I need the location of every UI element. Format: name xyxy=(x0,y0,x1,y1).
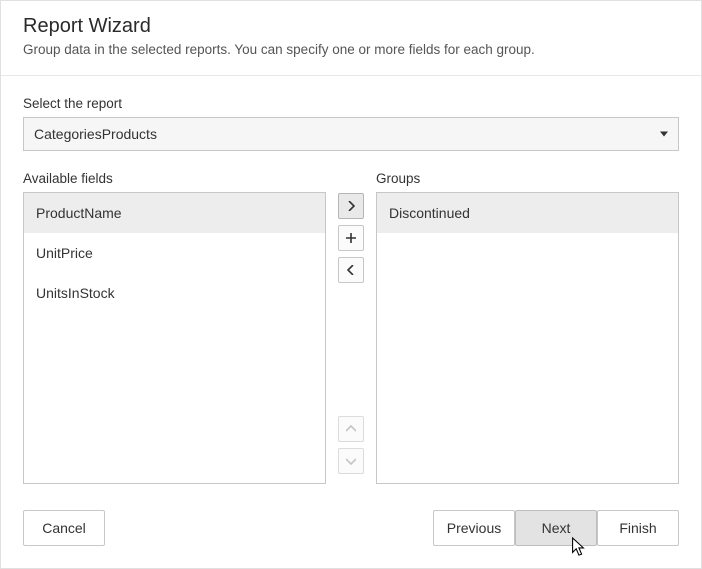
available-fields-label: Available fields xyxy=(23,171,326,186)
next-button[interactable]: Next xyxy=(515,510,597,546)
list-item[interactable]: Discontinued xyxy=(377,193,678,233)
select-report-dropdown[interactable]: CategoriesProducts xyxy=(23,117,679,151)
wizard-footer: Cancel Previous Next Finish xyxy=(1,494,701,568)
add-to-group-button[interactable] xyxy=(338,193,364,219)
groups-label: Groups xyxy=(376,171,679,186)
report-wizard-dialog: Report Wizard Group data in the selected… xyxy=(0,0,702,569)
groups-listbox[interactable]: Discontinued xyxy=(376,192,679,484)
previous-button[interactable]: Previous xyxy=(433,510,515,546)
available-fields-column: Available fields ProductName UnitPrice U… xyxy=(23,171,326,484)
wizard-subtitle: Group data in the selected reports. You … xyxy=(23,42,679,57)
chevron-left-icon xyxy=(347,265,355,275)
chevron-right-icon xyxy=(347,201,355,211)
wizard-body: Select the report CategoriesProducts Ava… xyxy=(1,76,701,494)
available-fields-listbox[interactable]: ProductName UnitPrice UnitsInStock xyxy=(23,192,326,484)
move-up-button[interactable] xyxy=(338,416,364,442)
chevron-down-icon xyxy=(346,457,356,465)
select-report-value: CategoriesProducts xyxy=(34,126,157,142)
select-report-label: Select the report xyxy=(23,96,679,111)
chevron-up-icon xyxy=(346,425,356,433)
mover-buttons xyxy=(336,171,366,484)
list-item[interactable]: UnitPrice xyxy=(24,233,325,273)
list-item[interactable]: ProductName xyxy=(24,193,325,233)
move-down-button[interactable] xyxy=(338,448,364,474)
finish-button[interactable]: Finish xyxy=(597,510,679,546)
wizard-title: Report Wizard xyxy=(23,15,679,38)
chevron-down-icon xyxy=(660,132,668,137)
add-all-button[interactable] xyxy=(338,225,364,251)
remove-from-group-button[interactable] xyxy=(338,257,364,283)
cancel-button[interactable]: Cancel xyxy=(23,510,105,546)
list-item[interactable]: UnitsInStock xyxy=(24,273,325,313)
wizard-header: Report Wizard Group data in the selected… xyxy=(1,1,701,76)
plus-icon xyxy=(345,232,357,244)
field-columns: Available fields ProductName UnitPrice U… xyxy=(23,171,679,484)
groups-column: Groups Discontinued xyxy=(376,171,679,484)
